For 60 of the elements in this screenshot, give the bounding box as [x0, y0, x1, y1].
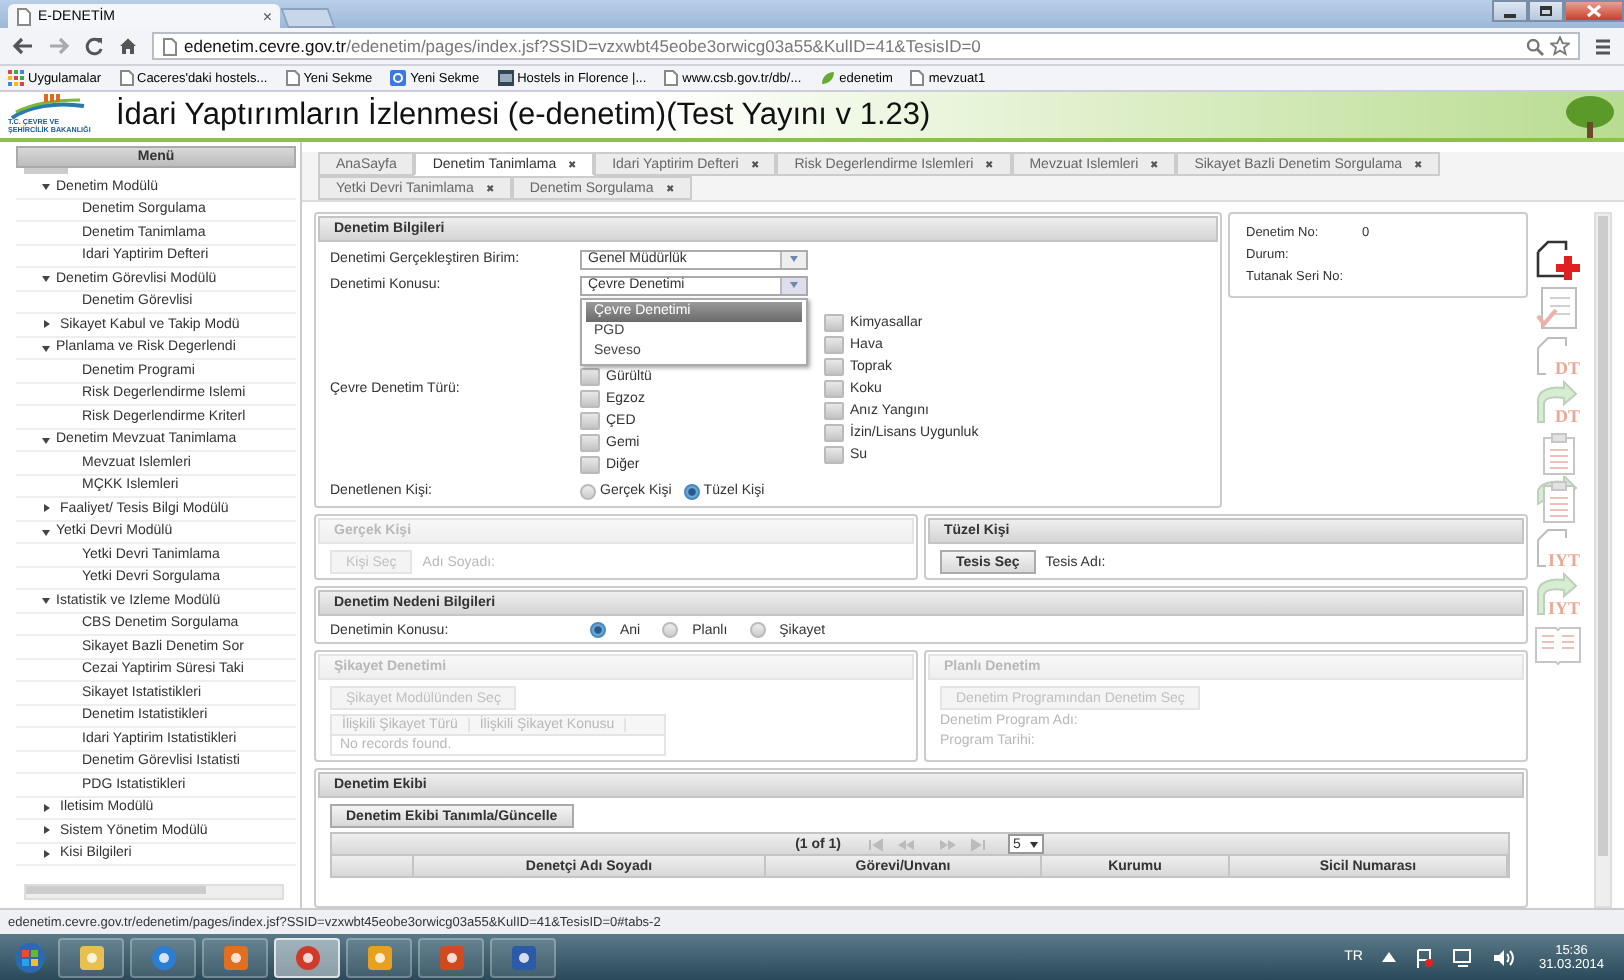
- taskbar-app-icon[interactable]: [130, 937, 196, 977]
- forward-icon[interactable]: [48, 36, 70, 56]
- radio-button[interactable]: [749, 622, 766, 638]
- scrollbar[interactable]: [24, 168, 68, 174]
- checkbox[interactable]: [824, 313, 844, 331]
- checkbox[interactable]: [824, 379, 844, 397]
- checkbox[interactable]: [580, 434, 600, 452]
- checkbox[interactable]: [824, 445, 844, 463]
- search-icon: [1526, 37, 1544, 55]
- tree-icon: [1564, 93, 1616, 137]
- taskbar-app-icon[interactable]: [202, 937, 268, 977]
- maximize-button[interactable]: [1528, 0, 1564, 22]
- checkbox[interactable]: [580, 368, 600, 386]
- checkbox[interactable]: [824, 357, 844, 375]
- radio-button[interactable]: [580, 483, 596, 499]
- tab-page-icon: [16, 7, 32, 25]
- volume-icon[interactable]: [1492, 947, 1515, 967]
- taskbar-app-icon[interactable]: [346, 937, 412, 977]
- checkbox[interactable]: [580, 412, 600, 430]
- checkbox[interactable]: [580, 390, 600, 408]
- app-title: İdari Yaptırımların İzlenmesi (e-denetim)(Test Yayını v 1.23): [116, 97, 931, 133]
- scrollbar[interactable]: [1594, 212, 1612, 908]
- checkbox[interactable]: [824, 335, 844, 353]
- square-logo-icon: [390, 70, 407, 86]
- new-tab-button[interactable]: [280, 8, 336, 28]
- page-icon: [910, 70, 925, 86]
- home-icon[interactable]: [118, 36, 138, 56]
- toolbar-button[interactable]: [1531, 236, 1584, 282]
- radio-button[interactable]: [683, 483, 700, 499]
- taskbar-app-icon[interactable]: [58, 937, 124, 977]
- apps-grid-icon: [8, 70, 24, 86]
- checkbox[interactable]: [824, 423, 844, 441]
- back-icon[interactable]: [12, 36, 34, 56]
- page-icon: [664, 70, 679, 86]
- star-icon[interactable]: [1550, 36, 1570, 56]
- taskbar-app-icon[interactable]: [274, 937, 340, 977]
- address-field[interactable]: edenetim.cevre.gov.tr/edenetim/pages/index.jsf?SSID=vzxwbt45eobe3orwicg03a55&KulID=41&TesisID=0: [152, 32, 1580, 60]
- last-page-icon[interactable]: [965, 837, 990, 851]
- checkbox[interactable]: [824, 401, 844, 419]
- site-icon: [497, 70, 514, 86]
- radio-button[interactable]: [590, 622, 606, 638]
- logo-icon: [8, 94, 88, 121]
- first-page-icon[interactable]: [863, 837, 888, 851]
- scrollbar[interactable]: [24, 884, 284, 900]
- menu-icon[interactable]: [1594, 37, 1612, 55]
- minimize-button[interactable]: [1492, 0, 1528, 22]
- reload-icon[interactable]: [84, 36, 104, 56]
- page-icon: [119, 70, 133, 86]
- tab-close-button[interactable]: ×: [262, 7, 272, 25]
- tray-up-icon[interactable]: [1382, 952, 1397, 962]
- checkbox[interactable]: [580, 456, 600, 474]
- taskbar-app-icon[interactable]: [490, 937, 556, 977]
- page-icon: [162, 37, 178, 55]
- radio-button[interactable]: [662, 622, 679, 638]
- close-button[interactable]: [1564, 0, 1624, 22]
- taskbar-app-icon[interactable]: [418, 937, 484, 977]
- page-icon: [285, 70, 300, 86]
- leaf-icon: [819, 70, 836, 86]
- close-icon: [1586, 4, 1602, 18]
- flag-icon[interactable]: [1414, 947, 1435, 967]
